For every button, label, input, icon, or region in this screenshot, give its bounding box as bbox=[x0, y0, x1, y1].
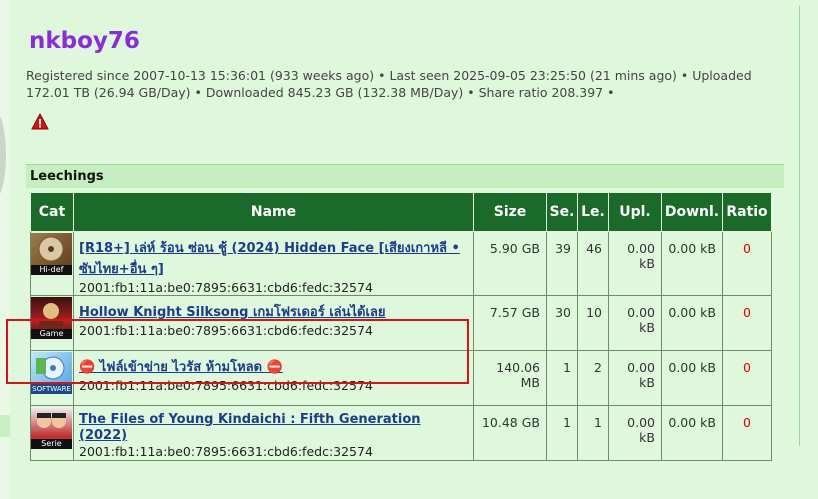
upl-cell: 0.00 kB bbox=[608, 405, 662, 461]
col-leechers[interactable]: Le. bbox=[577, 192, 609, 232]
hidef-disc-icon[interactable]: Hi-def bbox=[31, 233, 72, 275]
leechers-cell: 46 bbox=[577, 231, 609, 296]
category-cell: SOFTWARE bbox=[30, 350, 74, 406]
ratio-cell: 0 bbox=[722, 405, 772, 461]
downl-cell: 0.00 kB bbox=[661, 295, 723, 351]
name-cell: [R18+] เล่ห์ ร้อน ซ่อน ชู้ (2024) Hidden… bbox=[73, 231, 474, 296]
col-size[interactable]: Size bbox=[473, 192, 547, 232]
seeders-cell: 39 bbox=[546, 231, 578, 296]
table-row: Game Hollow Knight Silksong เกมโฟรเดอร์ … bbox=[30, 295, 772, 351]
col-cat[interactable]: Cat bbox=[30, 192, 74, 232]
content-border bbox=[799, 6, 800, 446]
name-cell: ⛔ ไฟล์เข้าข่าย ไวรัส ห้ามโหลด ⛔ 2001:fb1… bbox=[73, 350, 474, 406]
peer-ip: 2001:fb1:11a:be0:7895:6631:cbd6:fedc:325… bbox=[79, 444, 373, 459]
peer-ip: 2001:fb1:11a:be0:7895:6631:cbd6:fedc:325… bbox=[79, 323, 373, 338]
edge-tab bbox=[0, 415, 10, 437]
seeders-cell: 30 bbox=[546, 295, 578, 351]
name-cell: The Files of Young Kindaichi : Fifth Gen… bbox=[73, 405, 474, 461]
peer-ip: 2001:fb1:11a:be0:7895:6631:cbd6:fedc:325… bbox=[79, 280, 373, 295]
leechings-table: Cat Name Size Se. Le. Upl. Downl. Ratio … bbox=[30, 192, 772, 461]
size-cell: 140.06 MB bbox=[473, 350, 547, 406]
size-cell: 7.57 GB bbox=[473, 295, 547, 351]
table-header-row: Cat Name Size Se. Le. Upl. Downl. Ratio bbox=[30, 192, 772, 232]
table-row: Hi-def [R18+] เล่ห์ ร้อน ซ่อน ชู้ (2024)… bbox=[30, 231, 772, 296]
torrent-link[interactable]: Hollow Knight Silksong เกมโฟรเดอร์ เล่นไ… bbox=[79, 305, 386, 320]
torrent-link[interactable]: The Files of Young Kindaichi : Fifth Gen… bbox=[79, 412, 421, 443]
upl-cell: 0.00 kB bbox=[608, 231, 662, 296]
col-ratio[interactable]: Ratio bbox=[722, 192, 772, 232]
game-icon[interactable]: Game bbox=[31, 297, 72, 339]
category-cell: Game bbox=[30, 295, 74, 351]
ratio-cell: 0 bbox=[722, 295, 772, 351]
left-edge-strip bbox=[0, 0, 10, 499]
name-cell: Hollow Knight Silksong เกมโฟรเดอร์ เล่นไ… bbox=[73, 295, 474, 351]
torrent-link[interactable]: ⛔ ไฟล์เข้าข่าย ไวรัส ห้ามโหลด ⛔ bbox=[79, 360, 283, 375]
ratio-cell: 0 bbox=[722, 350, 772, 406]
profile-info: Registered since 2007-10-13 15:36:01 (93… bbox=[26, 68, 752, 100]
profile-username: nkboy76 bbox=[29, 28, 140, 54]
warning-icon[interactable] bbox=[31, 113, 49, 131]
peer-ip: 2001:fb1:11a:be0:7895:6631:cbd6:fedc:325… bbox=[79, 378, 373, 393]
software-cd-icon[interactable]: SOFTWARE bbox=[31, 352, 72, 394]
upl-cell: 0.00 kB bbox=[608, 350, 662, 406]
downl-cell: 0.00 kB bbox=[661, 405, 723, 461]
table-row: SOFTWARE ⛔ ไฟล์เข้าข่าย ไวรัส ห้ามโหลด ⛔… bbox=[30, 350, 772, 406]
serie-icon[interactable]: Serie bbox=[31, 407, 72, 449]
leechers-cell: 2 bbox=[577, 350, 609, 406]
category-cell: Hi-def bbox=[30, 231, 74, 296]
downl-cell: 0.00 kB bbox=[661, 350, 723, 406]
leechers-cell: 1 bbox=[577, 405, 609, 461]
col-name[interactable]: Name bbox=[73, 192, 474, 232]
table-row: Serie The Files of Young Kindaichi : Fif… bbox=[30, 405, 772, 461]
seeders-cell: 1 bbox=[546, 350, 578, 406]
ratio-cell: 0 bbox=[722, 231, 772, 296]
col-downl[interactable]: Downl. bbox=[661, 192, 723, 232]
category-cell: Serie bbox=[30, 405, 74, 461]
col-upl[interactable]: Upl. bbox=[608, 192, 662, 232]
size-cell: 10.48 GB bbox=[473, 405, 547, 461]
seeders-cell: 1 bbox=[546, 405, 578, 461]
upl-cell: 0.00 kB bbox=[608, 295, 662, 351]
col-seeders[interactable]: Se. bbox=[546, 192, 578, 232]
size-cell: 5.90 GB bbox=[473, 231, 547, 296]
edge-decoration bbox=[0, 110, 6, 200]
torrent-link[interactable]: [R18+] เล่ห์ ร้อน ซ่อน ชู้ (2024) Hidden… bbox=[79, 241, 460, 277]
leechings-section-title: Leechings bbox=[26, 164, 784, 188]
downl-cell: 0.00 kB bbox=[661, 231, 723, 296]
leechers-cell: 10 bbox=[577, 295, 609, 351]
